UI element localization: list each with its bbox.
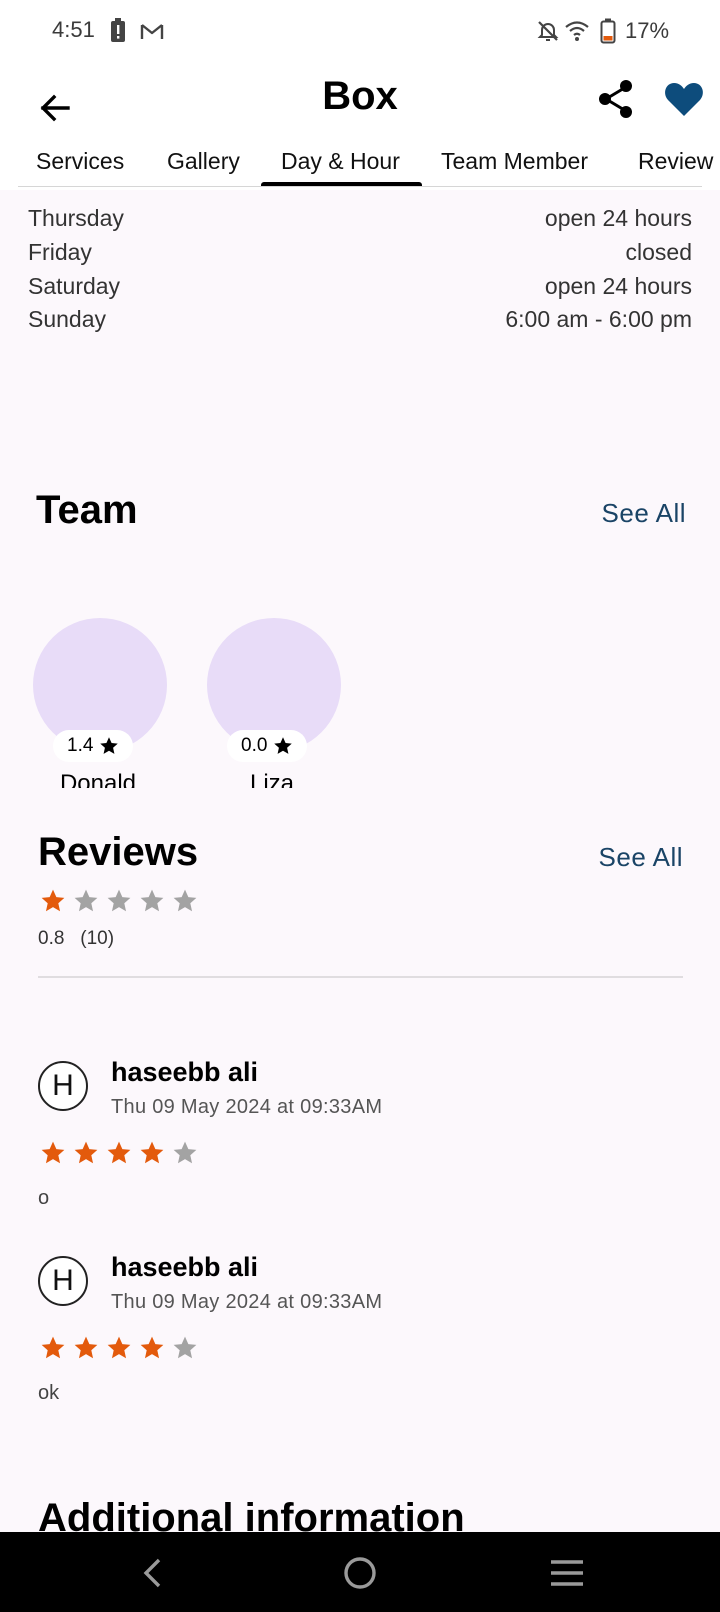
divider (38, 976, 683, 978)
status-time: 4:51 (52, 17, 95, 42)
star-empty-icon (140, 889, 164, 912)
share-button[interactable] (596, 78, 636, 122)
review-stars (40, 1335, 198, 1361)
star-empty-icon (173, 889, 197, 912)
star-filled-icon (140, 1336, 164, 1359)
reviewer-name: haseebb ali (111, 1252, 259, 1282)
team-member-card[interactable]: 0.0 Liza (205, 618, 345, 788)
gmail-icon (140, 24, 164, 39)
tab-review[interactable]: Review (638, 148, 720, 175)
member-rating-badge: 1.4 (53, 730, 134, 762)
reviewer-name: haseebb ali (111, 1057, 259, 1087)
star-empty-icon (107, 889, 131, 912)
nav-back-button[interactable] (128, 1548, 178, 1598)
average-rating-stars (40, 888, 198, 914)
review-count: (10) (80, 928, 115, 949)
star-empty-icon (74, 889, 98, 912)
rating-summary: 0.8 (10) (38, 928, 114, 950)
battery-alert-icon (111, 18, 125, 42)
review-stars (40, 1140, 198, 1166)
team-section-title: Team (36, 488, 138, 532)
reviews-see-all-link[interactable]: See All (599, 842, 683, 873)
star-empty-icon (173, 1141, 197, 1164)
member-rating-value: 1.4 (67, 735, 94, 756)
tab-day-hour[interactable]: Day & Hour (281, 148, 400, 175)
menu-icon (551, 1560, 583, 1586)
hours-day: Saturday (28, 273, 121, 299)
reviewer-avatar: H (38, 1061, 88, 1111)
star-filled-icon (107, 1141, 131, 1164)
star-filled-icon (41, 889, 65, 912)
nav-recents-button[interactable] (542, 1548, 592, 1598)
star-filled-icon (107, 1336, 131, 1359)
share-icon (599, 80, 632, 118)
team-member-card[interactable]: 1.4 Donald (31, 618, 171, 788)
hours-time: 6:00 am - 6:00 pm (505, 306, 692, 332)
review-text: ok (38, 1382, 60, 1404)
hours-time: open 24 hours (544, 205, 692, 231)
hours-day: Sunday (28, 306, 107, 332)
star-filled-icon (74, 1141, 98, 1164)
tab-services[interactable]: Services (36, 148, 124, 175)
star-filled-icon (140, 1141, 164, 1164)
star-empty-icon (173, 1336, 197, 1359)
member-name: Donald (59, 770, 137, 788)
hours-time: open 24 hours (544, 273, 692, 299)
star-icon (274, 737, 293, 754)
battery-percentage: 17% (625, 18, 670, 43)
nav-home-button[interactable] (335, 1548, 385, 1598)
reviewer-avatar: H (38, 1256, 88, 1306)
team-see-all-link[interactable]: See All (602, 498, 686, 529)
hours-day: Thursday (28, 205, 124, 231)
reviews-section-title: Reviews (38, 830, 199, 874)
chevron-left-icon (143, 1558, 161, 1588)
tab-divider (18, 186, 702, 187)
star-filled-icon (41, 1141, 65, 1164)
battery-icon (600, 18, 616, 44)
average-rating: 0.8 (38, 928, 65, 949)
favorite-button[interactable] (662, 78, 706, 122)
star-icon (100, 737, 119, 754)
review-text: o (38, 1187, 50, 1209)
tab-gallery[interactable]: Gallery (167, 148, 240, 175)
hours-time: closed (625, 239, 692, 265)
review-date: Thu 09 May 2024 at 09:33AM (111, 1096, 383, 1118)
review-date: Thu 09 May 2024 at 09:33AM (111, 1291, 383, 1313)
member-rating-value: 0.0 (241, 735, 268, 756)
star-filled-icon (74, 1336, 98, 1359)
member-name: Liza (249, 770, 295, 788)
heart-icon (665, 83, 703, 116)
member-rating-badge: 0.0 (227, 730, 308, 762)
star-filled-icon (41, 1336, 65, 1359)
hours-day: Friday (28, 239, 92, 265)
notifications-off-icon (537, 21, 559, 41)
wifi-icon (565, 21, 589, 41)
tab-team-member[interactable]: Team Member (441, 148, 588, 175)
home-circle-icon (344, 1557, 376, 1589)
